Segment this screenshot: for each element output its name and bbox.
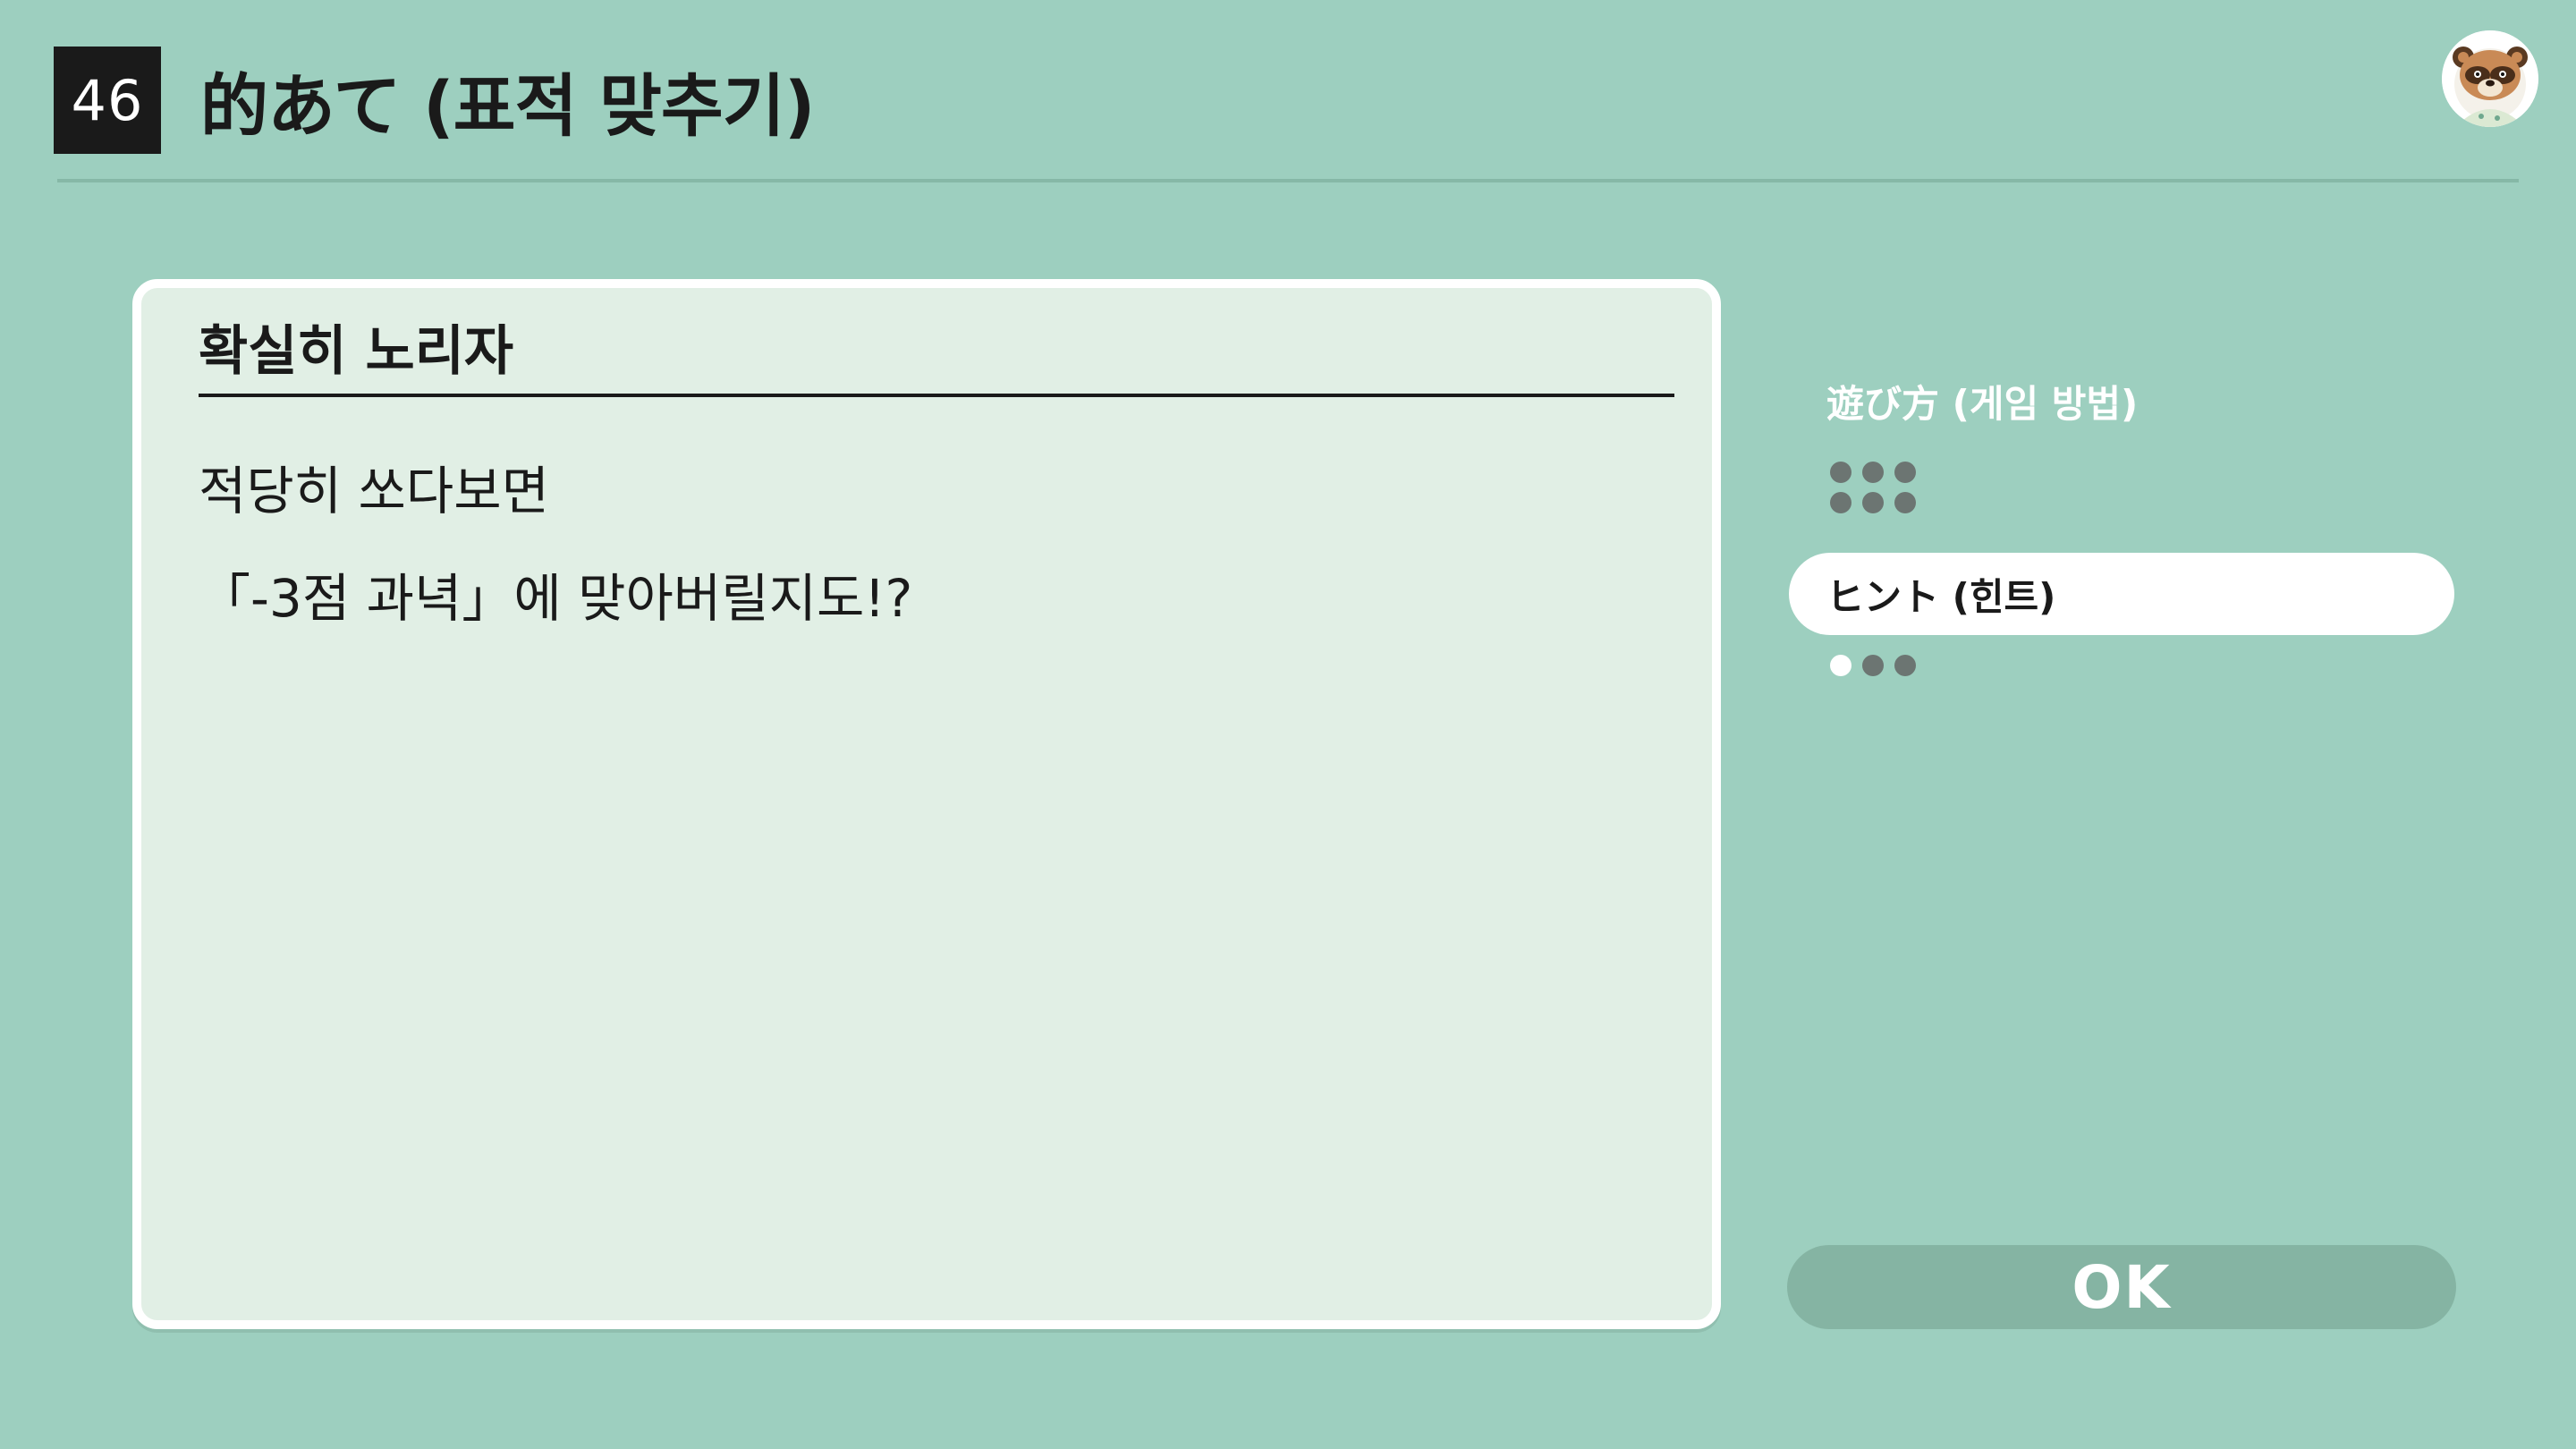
menu-item-how-to-play[interactable]: 遊び方 (게임 방법) <box>1789 360 2454 442</box>
hint-heading-divider <box>199 394 1674 397</box>
header: 46 的あて (표적 맞추기) <box>54 47 815 154</box>
tom-nook-avatar-icon <box>2442 30 2538 127</box>
page-dot <box>1894 462 1916 483</box>
page-dot <box>1830 462 1852 483</box>
game-title: 的あて (표적 맞추기) <box>200 66 815 146</box>
page-dot <box>1830 492 1852 513</box>
hint-text-line: 적당히 쏘다보면 <box>199 461 549 521</box>
hint-text-line: 「-3점 과녁」에 맞아버릴지도!? <box>199 568 913 629</box>
hint-card: 확실히 노리자 적당히 쏘다보면 「-3점 과녁」에 맞아버릴지도!? <box>132 279 1721 1329</box>
how-to-play-page-dots <box>1830 462 1918 513</box>
ok-button[interactable]: OK <box>1787 1245 2456 1329</box>
page-dot <box>1862 492 1884 513</box>
page-dot <box>1862 462 1884 483</box>
page-dot-active <box>1830 655 1852 676</box>
hint-page-dots <box>1830 655 1918 676</box>
game-number-badge: 46 <box>54 47 161 154</box>
menu-item-hint[interactable]: ヒント (힌트) <box>1789 553 2454 635</box>
hint-heading: 확실히 노리자 <box>199 320 514 383</box>
game-help-screen: 46 的あて (표적 맞추기) 확실히 노리자 적당히 쏘다보면 「-3점 과녁… <box>0 0 2576 1449</box>
header-divider <box>57 179 2519 182</box>
tom-nook-avatar-icon <box>2442 30 2538 127</box>
page-dot <box>1894 492 1916 513</box>
page-dot <box>1894 655 1916 676</box>
page-dot <box>1862 655 1884 676</box>
